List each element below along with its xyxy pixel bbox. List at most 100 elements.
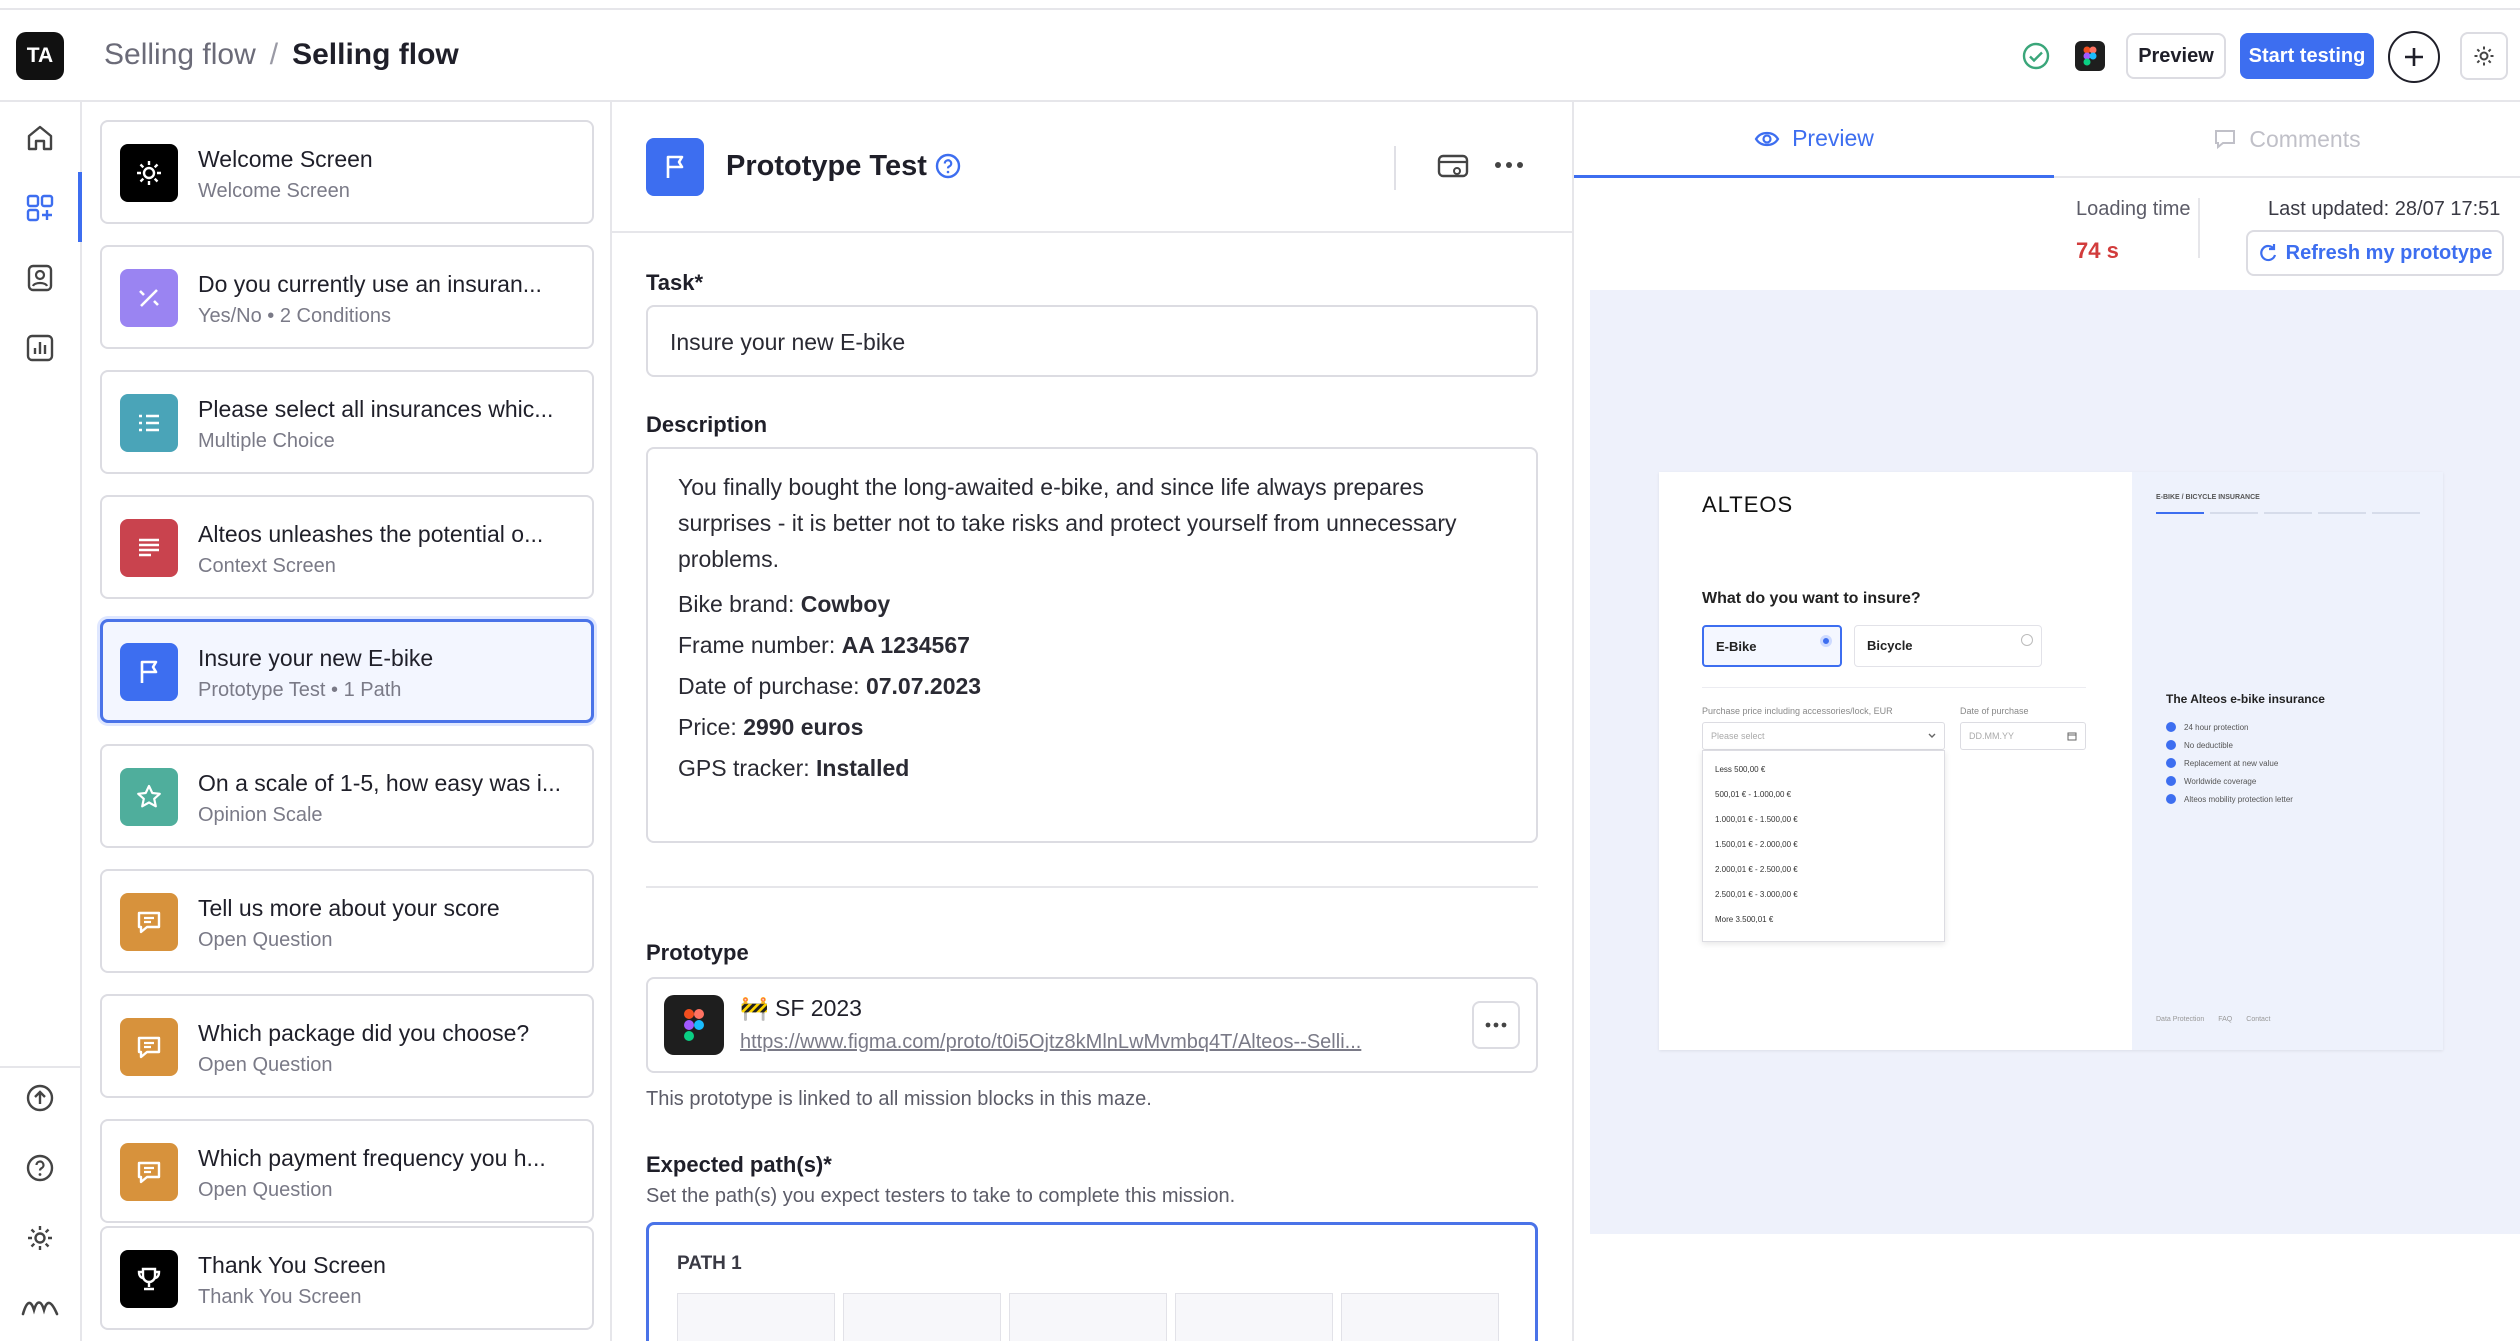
footer-link[interactable]: Data Protection <box>2156 1016 2204 1023</box>
percent-icon <box>135 284 163 312</box>
price-option[interactable]: 500,01 € - 1.000,00 € <box>1715 790 1791 799</box>
flag-icon <box>135 658 163 686</box>
detail-key: GPS tracker: <box>678 755 817 781</box>
block-item-active[interactable]: Insure your new E-bike Prototype Test • … <box>100 619 594 723</box>
date-input[interactable]: DD.MM.YY <box>1960 722 2086 750</box>
path-thumb[interactable] <box>1175 1293 1333 1341</box>
price-option[interactable]: 1.500,01 € - 2.000,00 € <box>1715 840 1798 849</box>
detail-value: Cowboy <box>800 591 891 617</box>
eye-view-icon[interactable] <box>1436 152 1470 182</box>
grid-icon[interactable] <box>24 192 56 224</box>
tab-comments[interactable]: Comments <box>2054 102 2520 178</box>
sun-icon <box>135 159 163 187</box>
info-help-icon[interactable] <box>934 152 962 180</box>
block-type-icon <box>646 138 704 196</box>
price-option[interactable]: 2.000,01 € - 2.500,00 € <box>1715 865 1798 874</box>
settings-icon[interactable] <box>24 1222 56 1254</box>
chat-icon <box>135 1158 163 1186</box>
feature-item: No deductible <box>2166 740 2233 750</box>
prototype-label: Prototype <box>646 940 749 965</box>
tab-preview[interactable]: Preview <box>1574 102 2054 178</box>
prototype-link[interactable]: https://www.figma.com/proto/t0i5Ojtz8kMl… <box>740 1031 1361 1054</box>
text-lines-icon <box>135 534 163 562</box>
price-select[interactable]: Please select <box>1702 722 1945 750</box>
preview-button-label: Preview <box>2138 44 2214 67</box>
analytics-icon[interactable] <box>24 332 56 364</box>
more-options-icon <box>1485 1021 1507 1029</box>
block-subtitle: Open Question <box>198 1054 333 1076</box>
more-options-icon[interactable] <box>1494 160 1524 170</box>
figma-icon[interactable] <box>2075 41 2105 71</box>
detail-value: 07.07.2023 <box>865 673 982 699</box>
contacts-icon[interactable] <box>24 262 56 294</box>
prototype-screen[interactable]: ALTEOS What do you want to insure? E-Bik… <box>1659 472 2443 1050</box>
tab-preview-label: Preview <box>1792 125 1874 151</box>
check-bullet-icon <box>2166 794 2176 804</box>
block-item[interactable]: Welcome Screen Welcome Screen <box>100 120 594 224</box>
block-item[interactable]: Alteos unleashes the potential o... Cont… <box>100 495 594 599</box>
upgrade-icon[interactable] <box>24 1082 56 1114</box>
footer-link[interactable]: Contact <box>2246 1016 2270 1023</box>
price-option[interactable]: 1.000,01 € - 1.500,00 € <box>1715 815 1798 824</box>
feature-item: Alteos mobility protection letter <box>2166 794 2293 804</box>
footer-links: Data Protection FAQ Contact <box>2156 1016 2270 1023</box>
task-input[interactable]: Insure your new E-bike <box>646 305 1538 377</box>
description-text: You finally bought the long-awaited e-bi… <box>678 474 1457 572</box>
block-title: Alteos unleashes the potential o... <box>198 521 544 547</box>
breadcrumb-parent[interactable]: Selling flow <box>104 38 256 72</box>
check-circle-icon <box>2021 41 2051 71</box>
block-item[interactable]: Tell us more about your score Open Quest… <box>100 869 594 973</box>
description-label: Description <box>646 412 768 437</box>
maze-logo-icon[interactable] <box>20 1292 60 1320</box>
detail-bike-brand: Bike brand: Cowboy <box>678 591 1506 618</box>
description-textarea[interactable]: You finally bought the long-awaited e-bi… <box>646 447 1538 843</box>
price-option[interactable]: Less 500,00 € <box>1715 765 1765 774</box>
price-dropdown-list: Less 500,00 € 500,01 € - 1.000,00 € 1.00… <box>1702 750 1945 942</box>
option-bicycle[interactable]: Bicycle <box>1854 625 2042 667</box>
block-item[interactable]: Thank You Screen Thank You Screen <box>100 1226 594 1330</box>
prototype-more-button[interactable] <box>1472 1001 1520 1049</box>
path-thumb[interactable] <box>1341 1293 1499 1341</box>
price-option[interactable]: More 3.500,01 € <box>1715 915 1773 924</box>
path-thumb[interactable] <box>1009 1293 1167 1341</box>
progress-step <box>2318 512 2366 514</box>
price-option[interactable]: 2.500,01 € - 3.000,00 € <box>1715 890 1798 899</box>
help-icon[interactable] <box>24 1152 56 1184</box>
settings-button[interactable] <box>2460 32 2508 80</box>
check-bullet-icon <box>2166 776 2176 786</box>
home-icon[interactable] <box>24 122 56 154</box>
prototype-card[interactable]: 🚧 SF 2023 https://www.figma.com/proto/t0… <box>646 977 1538 1073</box>
date-input-placeholder: DD.MM.YY <box>1969 731 2014 741</box>
block-subtitle: Yes/No • 2 Conditions <box>198 305 392 327</box>
task-label: Task* <box>646 270 704 295</box>
block-item[interactable]: Which package did you choose? Open Quest… <box>100 994 594 1098</box>
refresh-prototype-button[interactable]: Refresh my prototype <box>2246 230 2504 276</box>
footer-link[interactable]: FAQ <box>2218 1016 2232 1023</box>
preview-button[interactable]: Preview <box>2126 33 2226 79</box>
app-logo[interactable]: TA <box>16 32 64 80</box>
detail-frame-number: Frame number: AA 1234567 <box>678 632 1506 659</box>
detail-key: Frame number: <box>678 632 842 658</box>
feature-item: 24 hour protection <box>2166 722 2249 732</box>
block-item[interactable]: On a scale of 1-5, how easy was i... Opi… <box>100 744 594 848</box>
start-testing-button[interactable]: Start testing <box>2240 33 2374 79</box>
block-item[interactable]: Do you currently use an insuran... Yes/N… <box>100 245 594 349</box>
block-icon-tile <box>120 394 178 452</box>
path-thumb[interactable] <box>843 1293 1001 1341</box>
radio-selected <box>1820 635 1832 647</box>
block-icon-tile <box>120 519 178 577</box>
detail-value: AA 1234567 <box>841 632 970 658</box>
block-icon-tile <box>120 893 178 951</box>
block-item[interactable]: Which payment frequency you h... Open Qu… <box>100 1119 594 1223</box>
block-title: Welcome Screen <box>198 146 373 172</box>
option-ebike[interactable]: E-Bike <box>1702 625 1842 667</box>
block-subtitle: Multiple Choice <box>198 430 335 452</box>
path-thumb[interactable] <box>677 1293 835 1341</box>
block-type-title: Prototype Test <box>726 150 927 182</box>
add-button[interactable] <box>2388 31 2440 83</box>
refresh-label: Refresh my prototype <box>2285 241 2493 264</box>
path-card[interactable]: PATH 1 <box>646 1222 1538 1341</box>
block-item[interactable]: Please select all insurances whic... Mul… <box>100 370 594 474</box>
option-ebike-label: E-Bike <box>1716 639 1757 654</box>
feature-text: Worldwide coverage <box>2184 776 2257 786</box>
